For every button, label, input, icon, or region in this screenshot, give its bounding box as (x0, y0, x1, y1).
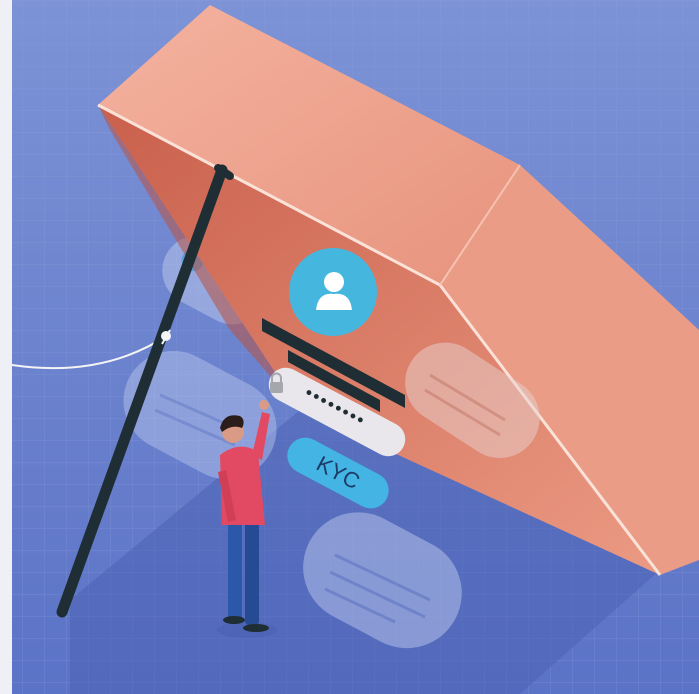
user-avatar-icon (289, 248, 377, 336)
kyc-trap-illustration: •••••••• KYC (11, 0, 699, 694)
